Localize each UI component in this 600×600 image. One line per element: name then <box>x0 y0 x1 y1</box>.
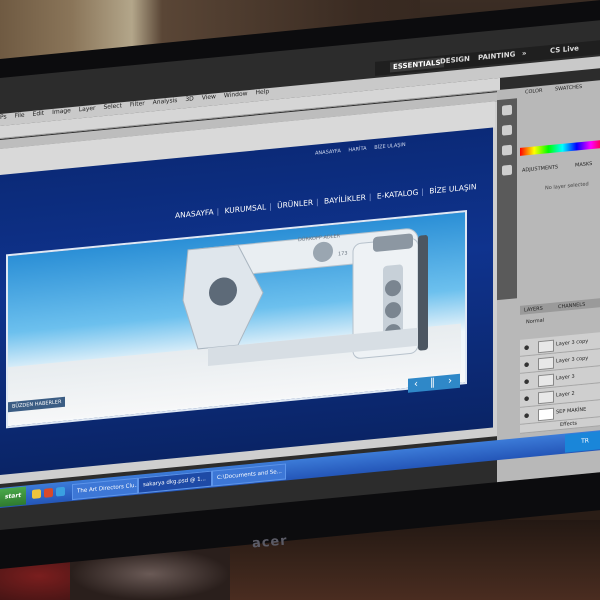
menu-analysis[interactable]: Analysis <box>153 97 178 106</box>
eye-icon[interactable]: ● <box>524 361 529 369</box>
menu-window[interactable]: Window <box>224 90 248 99</box>
menu-filter[interactable]: Filter <box>130 100 145 108</box>
menu-layer[interactable]: Layer <box>79 105 96 114</box>
prev-arrow-icon[interactable]: ‹ <box>414 378 418 392</box>
eye-icon[interactable]: ● <box>524 395 529 403</box>
menu-help[interactable]: Help <box>255 88 269 96</box>
monitor-screen: ESSENTIALS DESIGN PAINTING » CS Live Ps … <box>0 19 600 531</box>
brush-icon[interactable] <box>502 144 512 156</box>
ps-logo: Ps <box>0 113 7 121</box>
next-arrow-icon[interactable]: › <box>448 374 452 388</box>
browser-icon[interactable] <box>44 487 53 498</box>
menu-select[interactable]: Select <box>103 102 122 111</box>
clone-icon[interactable] <box>502 164 512 176</box>
menu-image[interactable]: Image <box>52 107 71 116</box>
menu-file[interactable]: File <box>15 112 25 120</box>
start-button[interactable]: start <box>0 486 26 507</box>
pause-icon[interactable]: ‖ <box>430 376 435 390</box>
history-icon[interactable] <box>502 104 512 116</box>
monitor-brand-logo: acer <box>251 533 289 552</box>
menu-view[interactable]: View <box>202 93 216 101</box>
folder-icon[interactable] <box>32 489 41 499</box>
menu-edit[interactable]: Edit <box>33 110 45 118</box>
machine-model: 173 <box>338 251 348 258</box>
photoshop-icon[interactable] <box>56 486 65 497</box>
eye-icon[interactable]: ● <box>524 378 529 386</box>
workspace-more[interactable]: » <box>522 49 527 57</box>
eye-icon[interactable]: ● <box>524 412 529 420</box>
eye-icon[interactable]: ● <box>524 344 529 352</box>
system-tray[interactable]: TR <box>565 430 600 453</box>
sewing-machine-image: DÜRKOPP ADLER 173 <box>182 228 428 366</box>
actions-icon[interactable] <box>502 124 512 136</box>
menu-3d[interactable]: 3D <box>185 95 193 103</box>
